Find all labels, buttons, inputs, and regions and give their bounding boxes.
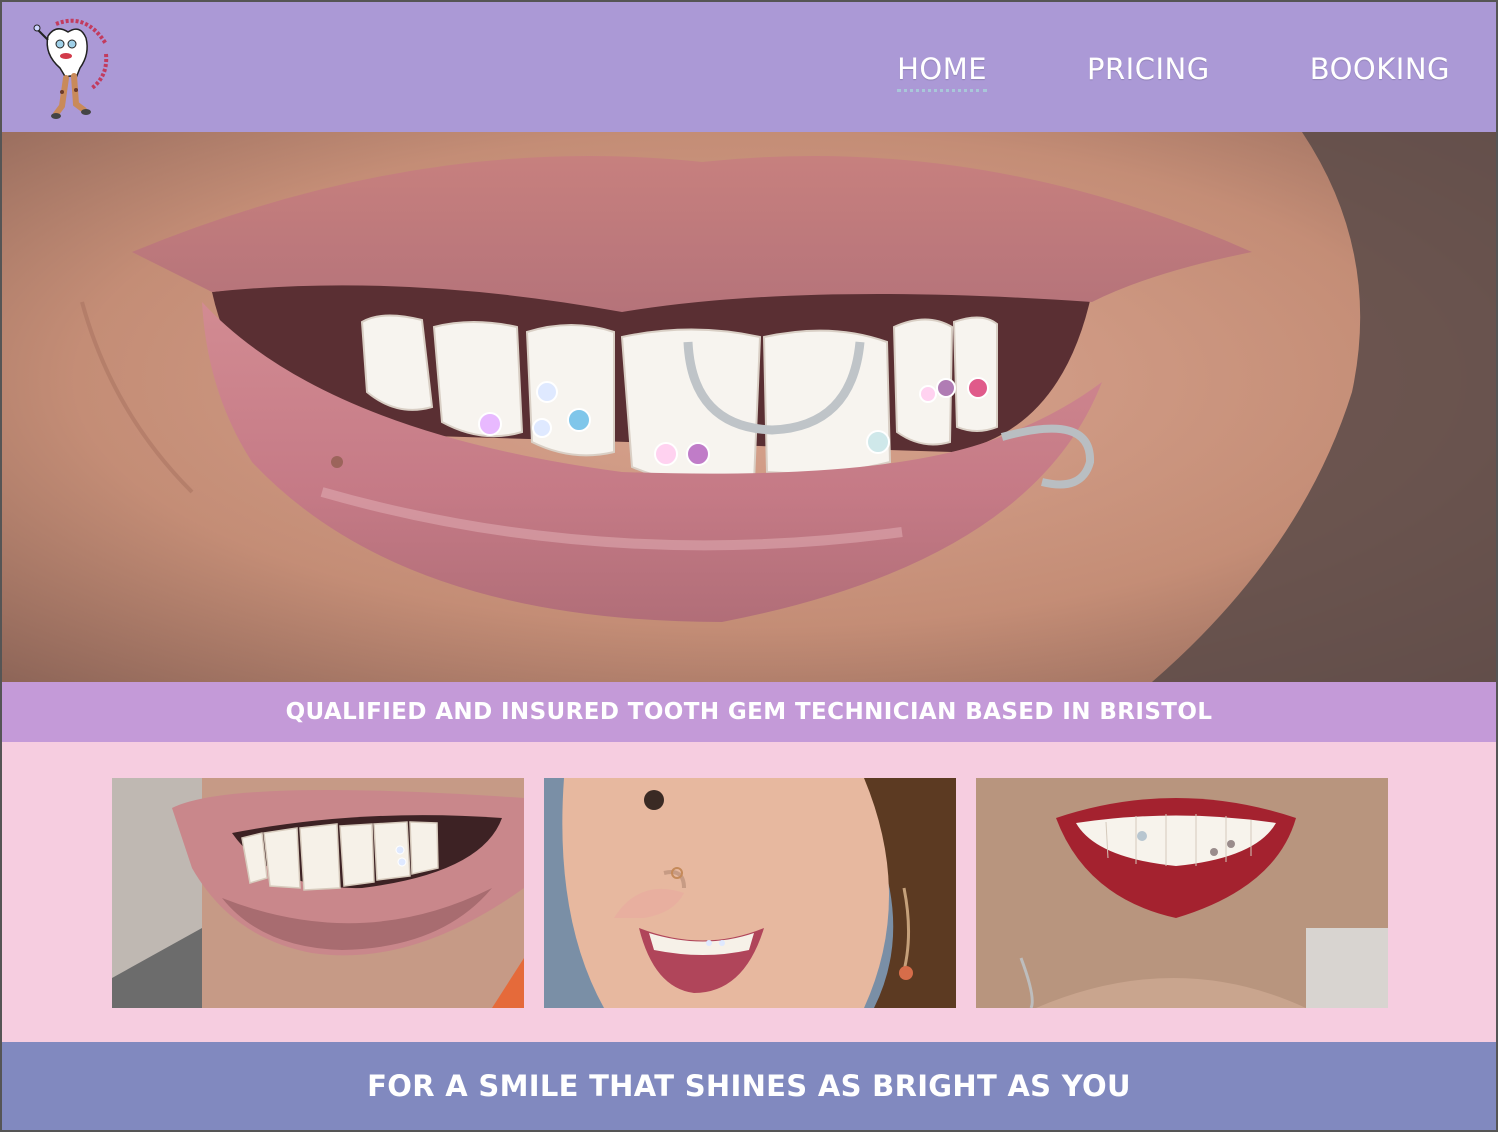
nav-home-link[interactable]: HOME: [897, 52, 988, 92]
main-navigation: HOME PRICING BOOKING: [897, 52, 1450, 92]
tagline-banner: QUALIFIED AND INSURED TOOTH GEM TECHNICI…: [2, 682, 1496, 742]
tagline-text: QUALIFIED AND INSURED TOOTH GEM TECHNICI…: [285, 699, 1213, 725]
gallery-photo-1[interactable]: [112, 778, 524, 1008]
tooth-logo-icon[interactable]: [26, 14, 114, 126]
gallery-photo-2[interactable]: [544, 778, 956, 1008]
hero-image: [2, 132, 1496, 682]
gallery-section: [2, 742, 1496, 1042]
slogan-text: FOR A SMILE THAT SHINES AS BRIGHT AS YOU: [367, 1069, 1131, 1103]
nav-pricing-link[interactable]: PRICING: [1087, 52, 1210, 92]
slogan-banner: FOR A SMILE THAT SHINES AS BRIGHT AS YOU: [2, 1042, 1496, 1130]
site-header: HOME PRICING BOOKING: [2, 2, 1496, 132]
gallery-photo-3[interactable]: [976, 778, 1388, 1008]
nav-booking-link[interactable]: BOOKING: [1310, 52, 1450, 92]
